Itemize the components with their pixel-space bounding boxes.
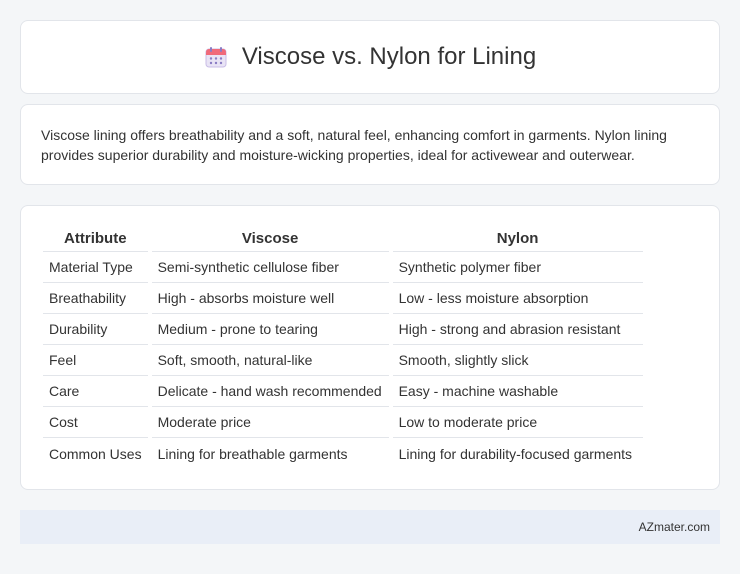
header-viscose: Viscose: [151, 226, 389, 252]
table-row: Common Uses Lining for breathable garmen…: [43, 438, 643, 469]
comparison-table-card: Attribute Viscose Nylon Material Type Se…: [20, 205, 720, 490]
comparison-table: Attribute Viscose Nylon Material Type Se…: [39, 226, 647, 469]
title-card: Viscose vs. Nylon for Lining: [20, 20, 720, 94]
table-row: Material Type Semi-synthetic cellulose f…: [43, 252, 643, 283]
table-row: Breathability High - absorbs moisture we…: [43, 283, 643, 314]
cell-viscose: High - absorbs moisture well: [151, 283, 389, 314]
cell-nylon: Synthetic polymer fiber: [392, 252, 643, 283]
table-row: Cost Moderate price Low to moderate pric…: [43, 407, 643, 438]
cell-nylon: Low - less moisture absorption: [392, 283, 643, 314]
cell-nylon: Lining for durability-focused garments: [398, 445, 633, 462]
intro-text: Viscose lining offers breathability and …: [41, 127, 667, 163]
footer-site-link[interactable]: AZmater.com: [639, 520, 710, 534]
cell-attribute: Care: [43, 376, 148, 407]
table-row: Feel Soft, smooth, natural-like Smooth, …: [43, 345, 643, 376]
cell-viscose: Delicate - hand wash recommended: [151, 376, 389, 407]
cell-attribute: Material Type: [43, 252, 148, 283]
cell-attribute: Breathability: [43, 283, 148, 314]
cell-nylon: Low to moderate price: [392, 407, 643, 438]
cell-viscose: Semi-synthetic cellulose fiber: [151, 252, 389, 283]
cell-attribute: Durability: [43, 314, 148, 345]
table-header-row: Attribute Viscose Nylon: [43, 226, 643, 252]
calendar-icon: [204, 45, 228, 69]
table-row: Durability Medium - prone to tearing Hig…: [43, 314, 643, 345]
cell-viscose: Soft, smooth, natural-like: [151, 345, 389, 376]
cell-nylon: Smooth, slightly slick: [392, 345, 643, 376]
intro-card: Viscose lining offers breathability and …: [20, 104, 720, 185]
cell-nylon: Easy - machine washable: [392, 376, 643, 407]
cell-viscose: Lining for breathable garments: [157, 445, 348, 462]
cell-viscose: Moderate price: [151, 407, 389, 438]
cell-attribute: Common Uses: [49, 445, 142, 462]
table-row: Care Delicate - hand wash recommended Ea…: [43, 376, 643, 407]
title-wrap: Viscose vs. Nylon for Lining: [204, 43, 536, 71]
cell-viscose: Medium - prone to tearing: [151, 314, 389, 345]
page-title: Viscose vs. Nylon for Lining: [241, 43, 537, 70]
cell-attribute: Feel: [43, 345, 148, 376]
header-attribute: Attribute: [43, 226, 148, 252]
cell-attribute: Cost: [43, 407, 148, 438]
footer: AZmater.com: [20, 510, 720, 544]
cell-nylon: High - strong and abrasion resistant: [392, 314, 643, 345]
header-nylon: Nylon: [392, 226, 643, 252]
